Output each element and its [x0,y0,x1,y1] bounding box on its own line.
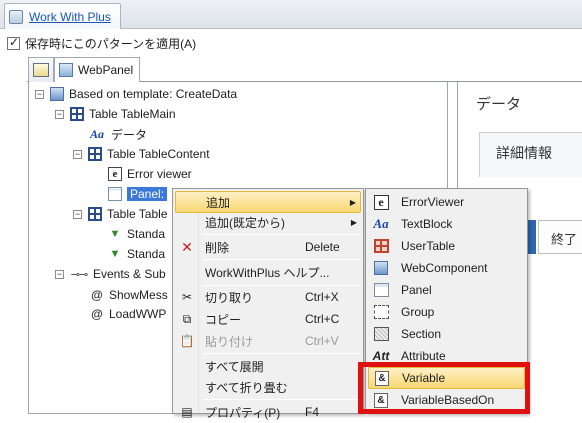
collapse-toggle[interactable]: − [73,149,82,159]
tree-node-label: Error viewer [127,167,192,181]
events-icon: ⊸⊸ [70,268,88,281]
submenu-arrow-icon: ▶ [350,217,357,227]
tree-node[interactable]: ▼ Standa [108,245,166,263]
tree-node[interactable]: Aa データ [88,125,147,143]
panel-icon [108,187,122,201]
tree-node[interactable]: − Table TableMain [55,105,176,123]
collapse-toggle[interactable]: − [35,89,44,99]
table-icon [88,207,102,221]
menu-item-paste[interactable]: 📋 貼り付け Ctrl+V [175,330,361,352]
preview-primary-button [528,220,536,254]
highlight-annotation-box [358,362,530,414]
document-tab[interactable]: Work With Plus [4,3,121,29]
document-tab-label[interactable]: Work With Plus [29,10,111,24]
submenu-item-errorviewer[interactable]: e ErrorViewer [368,191,525,213]
tree-node-selected[interactable]: Panel: [108,185,168,203]
collapse-toggle[interactable]: − [55,109,64,119]
menu-item-collapse-all[interactable]: すべて折り畳む [175,376,361,398]
tree-node[interactable]: − Table Table [73,205,168,223]
tree-node-label: LoadWWP [109,307,167,321]
tree-node-label: Events & Sub [93,267,166,281]
cut-icon: ✂ [181,290,193,304]
tree-node[interactable]: − Table TableContent [73,145,210,163]
submenu-item-usertable[interactable]: UserTable [368,235,525,257]
tree-node[interactable]: − Based on template: CreateData [35,85,237,103]
menu-separator [203,234,361,235]
menu-item-copy[interactable]: ⧉ コピー Ctrl+C [175,308,361,330]
window-icon [9,9,23,24]
menu-item-add[interactable]: 追加 ▶ [175,191,361,213]
table-icon [70,107,84,121]
tree-node-label: Table TableMain [89,107,176,121]
menu-item-properties[interactable]: ▤ プロパティ(P) F4 [175,401,361,423]
webcomponent-icon [374,261,388,275]
menu-separator [203,399,361,400]
tree-node-label: Table TableContent [107,147,210,161]
usertable-icon [373,239,389,253]
menu-item-help[interactable]: WorkWithPlus ヘルプ... [175,261,361,283]
menu-item-add-default[interactable]: 追加(既定から) ▶ [175,211,361,233]
properties-icon: ▤ [181,405,193,419]
apply-pattern-option[interactable]: 保存時にこのパターンを適用(A) [7,35,196,52]
delete-icon: ✕ [181,238,193,255]
panel-icon [373,283,389,297]
errorviewer-icon: e [108,167,122,181]
copy-icon: ⧉ [182,311,192,326]
group-icon [373,305,389,319]
tree-node[interactable]: @ ShowMess [90,286,168,304]
preview-title: データ [476,96,522,113]
table-icon [88,147,102,161]
apply-pattern-checkbox[interactable] [7,35,20,50]
menu-item-expand-all[interactable]: すべて展開 [175,355,361,377]
preview-section-label: 詳細情報 [496,145,552,161]
submenu-item-webcomponent[interactable]: WebComponent [368,257,525,279]
pattern-icon [33,63,49,77]
attribute-icon: Att [372,349,390,363]
webpanel-icon [50,87,64,101]
webpanel-icon [59,63,73,77]
preview-end-button: 終了 [538,220,582,254]
tree-node-label: ShowMess [109,288,168,302]
tree-node-label: Standa [127,247,166,261]
properties-tab[interactable] [28,57,54,82]
tree-node[interactable]: − ⊸⊸ Events & Sub [55,265,166,283]
menu-separator [203,353,361,354]
at-icon: @ [91,288,103,302]
submenu-arrow-icon: ▶ [349,197,356,207]
tree-node[interactable]: @ LoadWWP [90,305,166,323]
tree-node-label: Based on template: CreateData [69,87,238,101]
context-menu: 追加 ▶ 追加(既定から) ▶ ✕ 削除 Delete WorkWithPlus… [172,188,364,420]
tree-node[interactable]: ▼ Standa [108,225,166,243]
apply-pattern-label: 保存時にこのパターンを適用(A) [25,37,197,51]
tab-webpanel[interactable]: WebPanel [54,57,140,82]
collapse-toggle[interactable]: − [73,209,82,219]
textblock-icon: Aa [89,126,104,141]
submenu-item-section[interactable]: Section [368,323,525,345]
standard-action-icon: ▼ [109,248,121,260]
menu-item-cut[interactable]: ✂ 切り取り Ctrl+X [175,286,361,308]
standard-action-icon: ▼ [109,228,121,240]
submenu-item-panel[interactable]: Panel [368,279,525,301]
tree-node-label: Table Table [107,207,168,221]
section-icon [373,327,389,341]
textblock-icon: Aa [373,216,389,231]
tree-node[interactable]: e Error viewer [108,165,192,183]
tree-node-label: Panel: [127,187,168,201]
errorviewer-icon: e [373,194,389,210]
menu-separator [203,259,361,260]
menu-item-delete[interactable]: ✕ 削除 Delete [175,236,361,258]
submenu-item-textblock[interactable]: Aa TextBlock [368,213,525,235]
tree-node-label: データ [111,127,148,142]
tab-webpanel-label: WebPanel [78,63,134,77]
tree-node-label: Standa [127,227,166,241]
submenu-item-group[interactable]: Group [368,301,525,323]
at-icon: @ [91,307,103,321]
collapse-toggle[interactable]: − [55,269,64,279]
paste-icon: 📋 [179,334,195,348]
